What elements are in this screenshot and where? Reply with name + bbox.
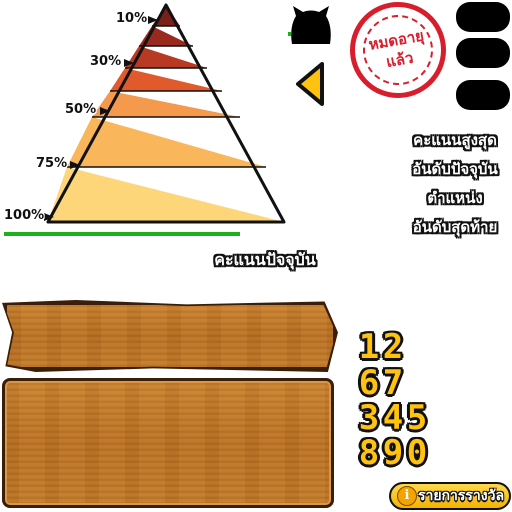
high-score-label: คะแนนสูงสุด (413, 131, 497, 149)
wood-board-panel (2, 378, 334, 508)
digit: 5 (406, 398, 428, 438)
pyramid-tier-50 (92, 91, 240, 117)
expired-stamp: หมดอายุ แล้ว (342, 0, 454, 106)
tier-label-30: 30% (90, 54, 122, 69)
digit: 2 (382, 327, 404, 367)
pyramid-tier-75 (67, 117, 266, 167)
digit-row-2: 6 7 (358, 366, 404, 400)
digit: 3 (358, 398, 380, 438)
pyramid-tier-100 (48, 167, 284, 222)
info-icon: i (397, 486, 417, 506)
cat-silhouette-icon (288, 6, 331, 44)
digit: 1 (358, 327, 380, 367)
tier-label-50: 50% (65, 102, 97, 117)
arrow-left-icon[interactable] (292, 60, 328, 108)
digit: 4 (382, 398, 404, 438)
digit: 7 (382, 363, 404, 403)
pyramid-base-line (4, 232, 240, 236)
rewards-list-label: รายการรางวัล (417, 488, 505, 504)
tier-label-100: 100% (4, 208, 45, 223)
expired-stamp-line2: แล้ว (384, 48, 415, 72)
digit-row-1: 1 2 (358, 330, 404, 364)
tier-label-75: 75% (36, 156, 68, 171)
digit: 6 (358, 363, 380, 403)
wood-plank-banner (4, 302, 336, 370)
digit-row-3: 3 4 5 (358, 401, 428, 435)
rewards-list-button[interactable]: i รายการรางวัล (389, 482, 511, 510)
position-label: ตำแหน่ง (427, 189, 483, 207)
current-rank-label: อันดับปัจจุบัน (412, 160, 498, 178)
menu-pill-button-1[interactable] (456, 2, 510, 32)
menu-pill-button-3[interactable] (456, 80, 510, 110)
current-score-label: คะแนนปัจจุบัน (214, 250, 316, 269)
digit: 8 (358, 433, 380, 473)
expired-stamp-inner: หมดอายุ แล้ว (357, 9, 439, 91)
digit: 0 (406, 433, 428, 473)
tier-label-10: 10% (116, 11, 148, 26)
pyramid-tier-20 (139, 26, 193, 46)
last-rank-label: อันดับสุดท้าย (412, 218, 498, 236)
rank-pyramid (44, 3, 286, 224)
digit-row-4: 8 9 0 (358, 436, 428, 470)
menu-pill-button-2[interactable] (456, 38, 510, 68)
stats-labels: คะแนนสูงสุด อันดับปัจจุบัน ตำแหน่ง อันดั… (398, 126, 512, 242)
digit: 9 (382, 433, 404, 473)
